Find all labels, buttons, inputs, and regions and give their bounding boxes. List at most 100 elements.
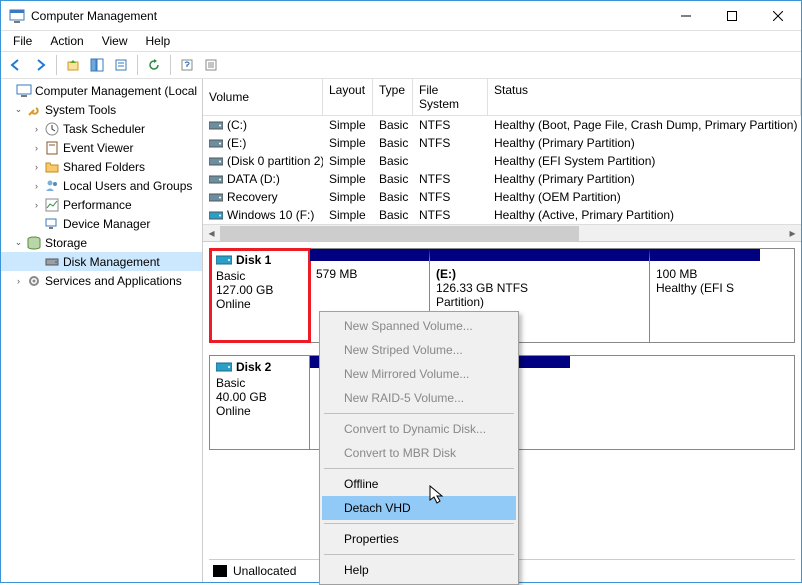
menubar: File Action View Help	[1, 31, 801, 51]
performance-icon	[44, 197, 60, 213]
minimize-button[interactable]	[663, 1, 709, 30]
menu-item-offline[interactable]: Offline	[322, 472, 516, 496]
menu-view[interactable]: View	[94, 32, 136, 50]
volume-row[interactable]: DATA (D:)SimpleBasicNTFSHealthy (Primary…	[203, 170, 801, 188]
back-button[interactable]	[5, 54, 27, 76]
clock-icon	[44, 121, 60, 137]
menu-separator	[324, 468, 514, 469]
disk-icon	[44, 254, 60, 270]
disk-state: Online	[216, 297, 303, 311]
scroll-left-button[interactable]: ◂	[203, 225, 220, 242]
up-button[interactable]	[62, 54, 84, 76]
scroll-thumb[interactable]	[220, 226, 579, 241]
tree-disk-management[interactable]: Disk Management	[1, 252, 202, 271]
volume-row[interactable]: Windows 10 (F:)SimpleBasicNTFSHealthy (A…	[203, 206, 801, 224]
toolbar	[1, 51, 801, 79]
col-status[interactable]: Status	[488, 79, 801, 115]
volume-name: (E:)	[227, 136, 246, 150]
properties-button[interactable]	[110, 54, 132, 76]
menu-action[interactable]: Action	[42, 32, 91, 50]
menu-separator	[324, 413, 514, 414]
drive-icon	[209, 155, 223, 167]
forward-button[interactable]	[29, 54, 51, 76]
collapse-icon[interactable]: ⌄	[11, 237, 26, 248]
navigation-tree[interactable]: Computer Management (Local ⌄System Tools…	[1, 79, 203, 582]
col-filesystem[interactable]: File System	[413, 79, 488, 115]
expand-icon[interactable]: ›	[11, 276, 26, 286]
menu-item-new-spanned-volume: New Spanned Volume...	[322, 314, 516, 338]
services-icon	[26, 273, 42, 289]
drive-icon	[209, 209, 223, 221]
disk-icon	[216, 254, 232, 266]
window-title: Computer Management	[31, 9, 663, 23]
tree-task-scheduler[interactable]: ›Task Scheduler	[1, 119, 202, 138]
menu-item-convert-to-dynamic-disk: Convert to Dynamic Disk...	[322, 417, 516, 441]
expand-icon[interactable]: ›	[29, 162, 44, 172]
menu-item-new-mirrored-volume: New Mirrored Volume...	[322, 362, 516, 386]
computer-management-window: Computer Management File Action View Hel…	[0, 0, 802, 583]
help-button[interactable]	[176, 54, 198, 76]
menu-item-help[interactable]: Help	[322, 558, 516, 582]
volume-name: DATA (D:)	[227, 172, 280, 186]
volume-name: (C:)	[227, 118, 247, 132]
col-layout[interactable]: Layout	[323, 79, 373, 115]
tree-shared-folders[interactable]: ›Shared Folders	[1, 157, 202, 176]
volume-row[interactable]: (Disk 0 partition 2)SimpleBasicHealthy (…	[203, 152, 801, 170]
volume-name: Recovery	[227, 190, 278, 204]
expand-icon[interactable]: ›	[29, 143, 44, 153]
disk-size: 40.00 GB	[216, 390, 303, 404]
maximize-button[interactable]	[709, 1, 755, 30]
menu-item-properties[interactable]: Properties	[322, 527, 516, 551]
refresh-button[interactable]	[143, 54, 165, 76]
menu-separator	[324, 554, 514, 555]
expand-icon[interactable]: ›	[29, 124, 44, 134]
disk-info[interactable]: Disk 1Basic127.00 GBOnline	[210, 249, 310, 342]
volume-hscroll[interactable]: ◂ ▸	[203, 224, 801, 241]
show-hide-tree-button[interactable]	[86, 54, 108, 76]
volume-row[interactable]: RecoverySimpleBasicNTFSHealthy (OEM Part…	[203, 188, 801, 206]
menu-help[interactable]: Help	[138, 32, 179, 50]
menu-item-detach-vhd[interactable]: Detach VHD	[322, 496, 516, 520]
volume-row[interactable]: (C:)SimpleBasicNTFSHealthy (Boot, Page F…	[203, 116, 801, 134]
drive-icon	[209, 137, 223, 149]
col-volume[interactable]: Volume	[203, 79, 323, 115]
disk-name: Disk 2	[236, 360, 271, 374]
tree-services-apps[interactable]: ›Services and Applications	[1, 271, 202, 290]
menu-item-new-striped-volume: New Striped Volume...	[322, 338, 516, 362]
tree-local-users[interactable]: ›Local Users and Groups	[1, 176, 202, 195]
volume-list-header[interactable]: Volume Layout Type File System Status	[203, 79, 801, 116]
expand-icon[interactable]: ›	[29, 181, 44, 191]
device-icon	[44, 216, 60, 232]
volume-name: Windows 10 (F:)	[227, 208, 314, 222]
tree-performance[interactable]: ›Performance	[1, 195, 202, 214]
scroll-right-button[interactable]: ▸	[784, 225, 801, 242]
tree-system-tools[interactable]: ⌄System Tools	[1, 100, 202, 119]
collapse-icon[interactable]: ⌄	[11, 104, 26, 115]
partition[interactable]: 100 MBHealthy (EFI S	[650, 249, 760, 342]
drive-icon	[209, 173, 223, 185]
expand-icon[interactable]: ›	[29, 200, 44, 210]
volume-row[interactable]: (E:)SimpleBasicNTFSHealthy (Primary Part…	[203, 134, 801, 152]
legend-swatch-unallocated	[213, 565, 227, 577]
tree-device-manager[interactable]: Device Manager	[1, 214, 202, 233]
titlebar[interactable]: Computer Management	[1, 1, 801, 31]
tools-icon	[26, 102, 42, 118]
event-icon	[44, 140, 60, 156]
disk-icon	[216, 361, 232, 373]
disk-type: Basic	[216, 376, 303, 390]
close-button[interactable]	[755, 1, 801, 30]
storage-icon	[26, 235, 42, 251]
menu-separator	[324, 523, 514, 524]
disk-info[interactable]: Disk 2Basic40.00 GBOnline	[210, 356, 310, 449]
volume-list[interactable]: Volume Layout Type File System Status (C…	[203, 79, 801, 242]
menu-file[interactable]: File	[5, 32, 40, 50]
tree-storage[interactable]: ⌄Storage	[1, 233, 202, 252]
drive-icon	[209, 119, 223, 131]
disk-size: 127.00 GB	[216, 283, 303, 297]
context-menu[interactable]: New Spanned Volume...New Striped Volume.…	[319, 311, 519, 585]
col-type[interactable]: Type	[373, 79, 413, 115]
tree-event-viewer[interactable]: ›Event Viewer	[1, 138, 202, 157]
tree-root[interactable]: Computer Management (Local	[1, 81, 202, 100]
disk-type: Basic	[216, 269, 303, 283]
list-button[interactable]	[200, 54, 222, 76]
